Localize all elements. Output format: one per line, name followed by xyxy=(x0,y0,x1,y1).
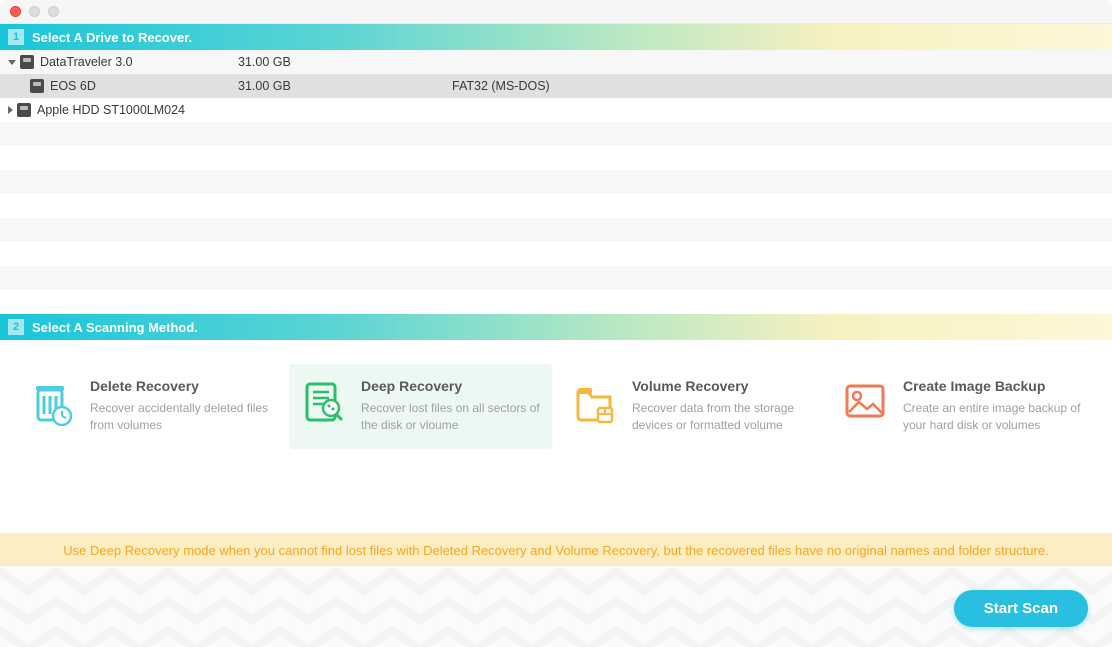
window-titlebar xyxy=(0,0,1112,24)
hint-banner: Use Deep Recovery mode when you cannot f… xyxy=(0,533,1112,568)
minimize-icon[interactable] xyxy=(29,6,40,17)
drive-row-datatraveler[interactable]: DataTraveler 3.0 31.00 GB xyxy=(0,50,1112,74)
decorative-chevron-strip xyxy=(0,566,1112,647)
spacer-row xyxy=(0,146,1112,170)
method-create-image-backup[interactable]: Create Image Backup Create an entire ima… xyxy=(831,364,1094,449)
methods-container: Delete Recovery Recover accidentally del… xyxy=(0,340,1112,467)
drive-row-eos6d[interactable]: EOS 6D 31.00 GB FAT32 (MS-DOS) xyxy=(0,74,1112,98)
method-desc: Recover accidentally deleted files from … xyxy=(90,400,271,435)
drive-icon xyxy=(30,79,44,93)
drive-format: FAT32 (MS-DOS) xyxy=(452,79,1112,93)
maximize-icon[interactable] xyxy=(48,6,59,17)
step2-title: Select A Scanning Method. xyxy=(32,320,198,335)
spacer-row xyxy=(0,242,1112,266)
method-desc: Recover data from the storage devices or… xyxy=(632,400,813,435)
spacer-row xyxy=(0,122,1112,146)
drive-name: Apple HDD ST1000LM024 xyxy=(37,103,185,117)
document-magnify-icon xyxy=(299,378,347,426)
spacer-row xyxy=(0,266,1112,290)
spacer-row xyxy=(0,170,1112,194)
trash-clock-icon xyxy=(28,378,76,426)
image-icon xyxy=(841,378,889,426)
close-icon[interactable] xyxy=(10,6,21,17)
chevron-down-icon[interactable] xyxy=(8,60,16,65)
chevron-right-icon[interactable] xyxy=(8,106,13,114)
method-deep-recovery[interactable]: Deep Recovery Recover lost files on all … xyxy=(289,364,552,449)
step1-header: 1 Select A Drive to Recover. xyxy=(0,24,1112,50)
method-delete-recovery[interactable]: Delete Recovery Recover accidentally del… xyxy=(18,364,281,449)
method-desc: Create an entire image backup of your ha… xyxy=(903,400,1084,435)
drive-row-applehdd[interactable]: Apple HDD ST1000LM024 xyxy=(0,98,1112,122)
spacer-row xyxy=(0,194,1112,218)
method-title: Deep Recovery xyxy=(361,378,542,394)
drive-size: 31.00 GB xyxy=(238,79,452,93)
drive-icon xyxy=(20,55,34,69)
step1-title: Select A Drive to Recover. xyxy=(32,30,192,45)
drive-size: 31.00 GB xyxy=(238,55,452,69)
step2-number: 2 xyxy=(8,319,24,335)
method-volume-recovery[interactable]: Volume Recovery Recover data from the st… xyxy=(560,364,823,449)
step2-header: 2 Select A Scanning Method. xyxy=(0,314,1112,340)
method-title: Create Image Backup xyxy=(903,378,1084,394)
method-title: Volume Recovery xyxy=(632,378,813,394)
step1-number: 1 xyxy=(8,29,24,45)
spacer-row xyxy=(0,218,1112,242)
start-scan-button[interactable]: Start Scan xyxy=(954,590,1088,627)
drive-name: DataTraveler 3.0 xyxy=(40,55,133,69)
method-desc: Recover lost files on all sectors of the… xyxy=(361,400,542,435)
drive-icon xyxy=(17,103,31,117)
method-title: Delete Recovery xyxy=(90,378,271,394)
drive-name: EOS 6D xyxy=(50,79,96,93)
spacer-row xyxy=(0,290,1112,314)
folder-box-icon xyxy=(570,378,618,426)
